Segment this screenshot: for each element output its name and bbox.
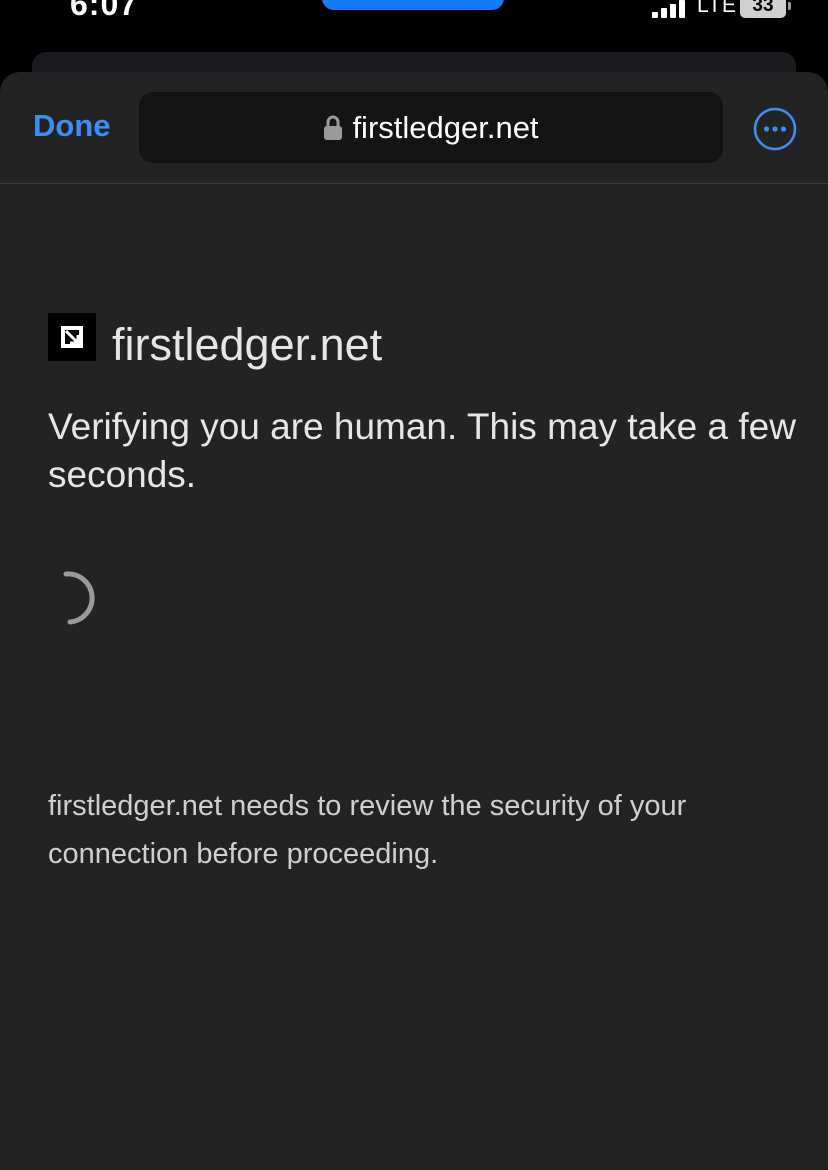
site-logo-icon [48,313,96,361]
lock-icon [324,115,343,140]
battery-cap [788,2,791,10]
safari-view-sheet: Done firstledger.net firstledger.net Ver… [0,72,828,1170]
status-bar: 6:07 LTE 33 [0,0,828,56]
battery-level: 33 [752,0,774,16]
address-text: firstledger.net [352,109,539,145]
security-notice: firstledger.net needs to review the secu… [48,790,687,870]
network-type-label: LTE [697,0,737,17]
site-name: firstledger.net [112,319,383,370]
loading-spinner-icon [63,571,95,625]
browser-toolbar: Done firstledger.net [0,72,828,184]
status-time: 6:07 [70,0,139,22]
battery-icon: 33 [740,0,786,18]
address-bar[interactable]: firstledger.net [139,92,723,163]
cellular-signal-icon [652,0,692,18]
verification-headline: Verifying you are human. This may take a… [48,406,796,495]
done-button[interactable]: Done [33,108,111,144]
dynamic-island-pill[interactable] [322,0,504,10]
ellipsis-circle-icon[interactable] [753,107,797,151]
